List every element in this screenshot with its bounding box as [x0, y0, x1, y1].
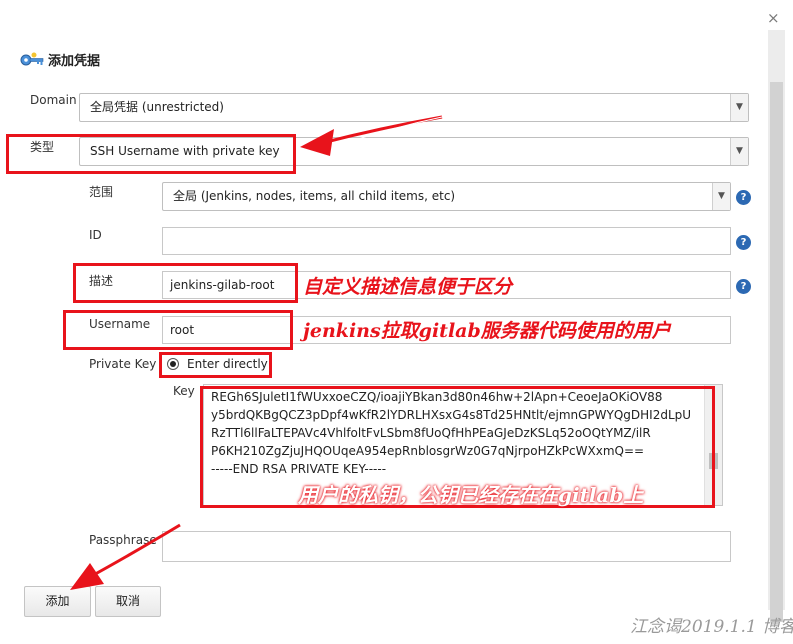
- arrow-icon: [300, 115, 443, 156]
- annotation-arrows: [70, 115, 443, 590]
- arrow-icon: [70, 523, 181, 590]
- watermark-text: 江念谒2019.1.1 博客: [630, 617, 793, 637]
